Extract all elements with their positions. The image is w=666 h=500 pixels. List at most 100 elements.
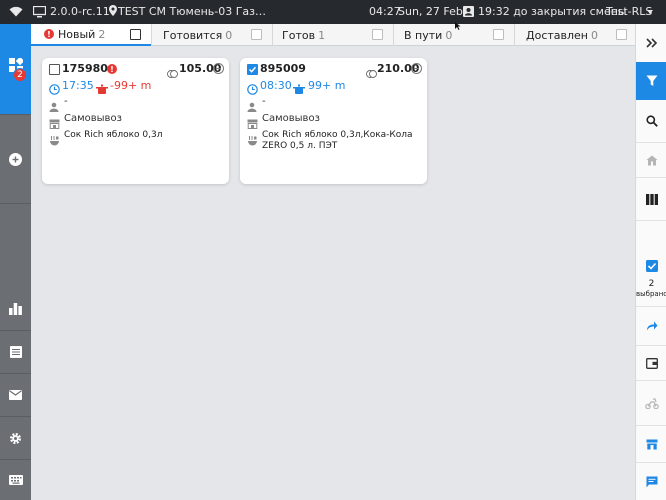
tab-label: Готовится: [163, 28, 223, 42]
order-time: 17:35: [62, 79, 94, 92]
app-version: 2.0.0-rc.11: [50, 5, 110, 18]
order-duration: -99+ m: [110, 79, 152, 92]
tab-label: Новый: [58, 27, 96, 41]
alert-icon: !: [107, 64, 117, 74]
collapse-icon[interactable]: [411, 63, 422, 74]
search-button[interactable]: [636, 100, 666, 142]
search-icon: [645, 115, 658, 127]
customer-name: -: [262, 96, 266, 107]
double-chevron-right-icon: [645, 38, 657, 48]
tab-label: В пути: [404, 28, 443, 42]
order-items: Сок Rich яблоко 0,3л: [64, 130, 163, 140]
courier-button[interactable]: [636, 381, 666, 425]
filter-icon: [646, 75, 657, 86]
tab-count: 0: [445, 28, 453, 42]
tab-select-all-checkbox[interactable]: [372, 29, 383, 40]
wifi-icon: [9, 6, 23, 20]
clock-date: Sun, 27 Feb: [398, 5, 463, 18]
delivery-type: Самовывоз: [262, 113, 320, 124]
order-card[interactable]: 895009 210.00 08:30 99+ m - Самовывоз Со…: [240, 58, 427, 184]
tab-select-all-checkbox[interactable]: [493, 29, 504, 40]
nav-messages[interactable]: [0, 374, 31, 416]
order-time: 08:30: [260, 79, 292, 92]
tab-label: Доставлен: [526, 28, 588, 42]
forward-arrow-icon: [646, 321, 657, 331]
tab-count: 0: [591, 28, 598, 42]
order-duration: 99+ m: [308, 79, 346, 92]
add-circle-icon: [9, 152, 22, 166]
filter-button[interactable]: [636, 62, 666, 100]
home-button[interactable]: [636, 143, 666, 177]
tab-delivered[interactable]: Доставлен 0: [515, 24, 635, 46]
tab-select-all-checkbox[interactable]: [251, 29, 262, 40]
tab-count: 2: [98, 27, 106, 41]
mouse-cursor-icon: [455, 22, 461, 30]
selected-count: 2: [648, 279, 655, 289]
selected-checkbox[interactable]: [636, 256, 666, 276]
order-items: Сок Rich яблоко 0,3л,Кока-Кола ZERO 0,5 …: [262, 130, 413, 151]
delivery-type: Самовывоз: [64, 113, 122, 124]
nav-settings[interactable]: [0, 417, 31, 459]
food-icon: [247, 131, 258, 150]
shift-info: 19:32 до закрытия смены: [478, 5, 627, 18]
cooking-pot-icon: [96, 80, 108, 99]
orders-count-badge: 2: [13, 68, 27, 82]
tab-ready[interactable]: Готов 1: [273, 24, 393, 46]
order-checkbox[interactable]: [49, 64, 60, 75]
nav-list[interactable]: [0, 331, 31, 373]
shift-badge-icon: [463, 6, 474, 20]
chevron-down-icon[interactable]: [647, 10, 653, 14]
order-id: 175980: [62, 62, 108, 75]
food-icon: [49, 131, 60, 150]
store-button[interactable]: [636, 426, 666, 462]
tab-count: 0: [225, 28, 233, 42]
cash-icon: [167, 64, 178, 83]
nav-reports[interactable]: [0, 288, 31, 330]
checkbox-checked-icon: [645, 260, 658, 272]
gear-icon: [9, 432, 22, 444]
alert-icon: !: [44, 29, 54, 39]
cash-icon: [366, 64, 377, 83]
wallet-button[interactable]: [636, 346, 666, 380]
home-icon: [646, 155, 657, 165]
storefront-icon: [646, 439, 657, 449]
mail-icon: [9, 390, 22, 400]
bar-chart-icon: [9, 303, 22, 315]
nav-keyboard[interactable]: [0, 460, 31, 500]
chat-button[interactable]: [636, 463, 666, 500]
list-icon: [9, 346, 22, 358]
nav-add-order[interactable]: [0, 115, 31, 203]
columns-icon: [645, 193, 658, 205]
columns-view-button[interactable]: [636, 178, 666, 220]
location-pin-icon: [109, 5, 117, 19]
status-tabs: ! Новый 2 Готовится 0 Готов 1 В пути 0 Д…: [31, 24, 635, 46]
selected-label: выбрано: [636, 290, 666, 298]
tab-preparing[interactable]: Готовится 0: [152, 24, 272, 46]
right-toolbar: 2 выбрано: [635, 24, 666, 500]
tab-select-all-checkbox[interactable]: [616, 29, 627, 40]
order-checkbox[interactable]: [247, 64, 258, 75]
store-location[interactable]: TEST CM Тюмень-03 Газовиков ...: [118, 5, 268, 18]
forward-button[interactable]: [636, 307, 666, 345]
tab-new[interactable]: ! Новый 2: [31, 24, 151, 46]
keyboard-icon: [8, 475, 23, 485]
scooter-icon: [644, 397, 659, 409]
tab-count: 1: [318, 28, 326, 42]
checkmark-icon: [248, 66, 257, 73]
clock-time: 04:27: [369, 5, 401, 18]
customer-name: -: [64, 96, 68, 107]
chat-icon: [646, 476, 657, 487]
order-card[interactable]: 175980 ! 105.00 17:35 -99+ m - Самовывоз…: [42, 58, 229, 184]
tab-on-the-way[interactable]: В пути 0: [394, 24, 514, 46]
expand-panel-button[interactable]: [636, 24, 666, 62]
left-nav: 2: [0, 24, 31, 500]
user-menu[interactable]: Test-RLS: [606, 5, 652, 18]
cooking-pot-icon: [293, 80, 305, 99]
status-bar: 2.0.0-rc.11 TEST CM Тюмень-03 Газовиков …: [0, 0, 666, 24]
wallet-icon: [645, 357, 658, 369]
order-id: 895009: [260, 62, 306, 75]
monitor-icon: [32, 5, 47, 21]
tab-label: Готов: [282, 28, 316, 42]
tab-select-all-checkbox[interactable]: [130, 29, 141, 40]
collapse-icon[interactable]: [213, 63, 224, 74]
